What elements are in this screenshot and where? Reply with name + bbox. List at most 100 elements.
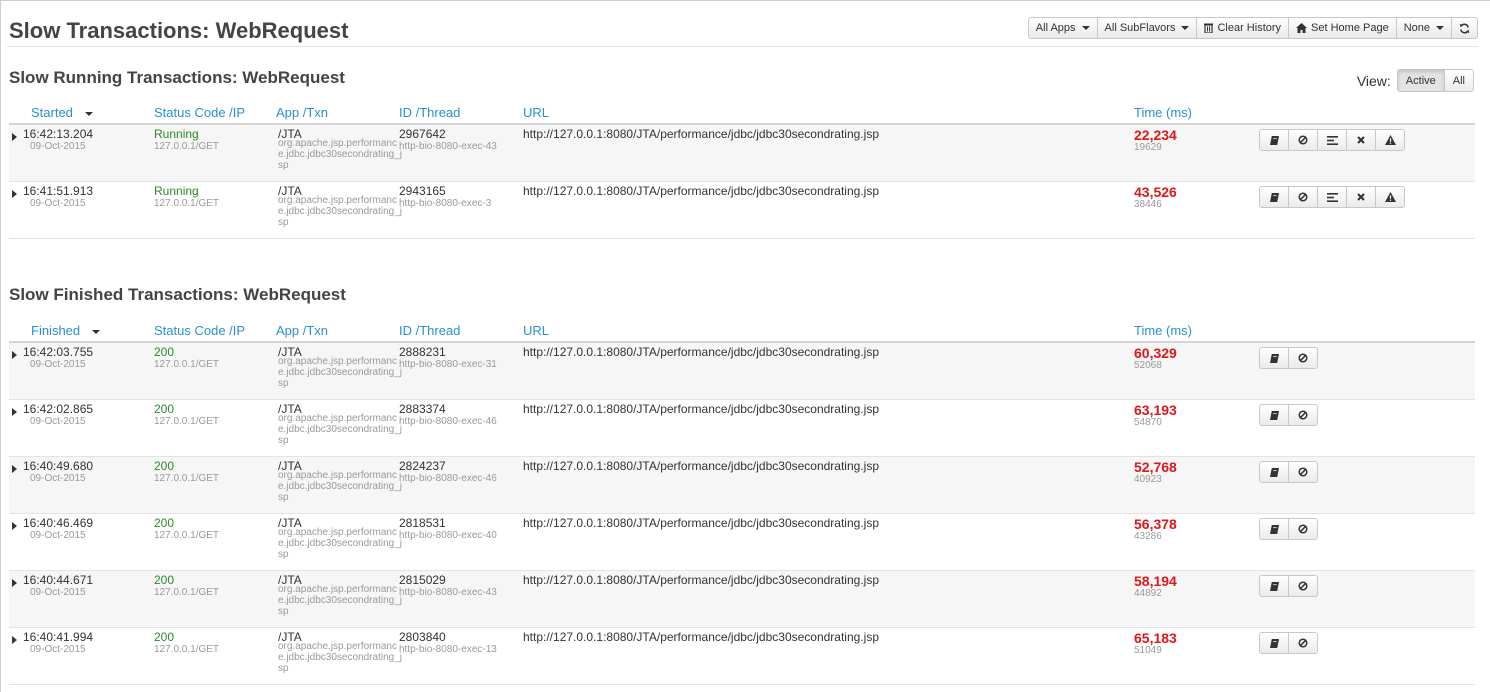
- book-button[interactable]: [1259, 347, 1289, 369]
- col-id[interactable]: ID /Thread: [399, 105, 460, 120]
- ban-button[interactable]: [1288, 129, 1318, 151]
- warning-button[interactable]: [1375, 186, 1405, 208]
- all-subflavors-label: All SubFlavors: [1104, 22, 1176, 34]
- table-row[interactable]: 16:40:44.671 09-Oct-2015 200 127.0.0.1/GET /…: [9, 571, 1475, 628]
- ban-button[interactable]: [1288, 575, 1318, 597]
- row-status: 200: [154, 459, 175, 473]
- row-time-ms: 60,329: [1134, 345, 1177, 361]
- ban-button[interactable]: [1288, 461, 1318, 483]
- row-time: 16:42:13.204: [23, 127, 94, 141]
- expand-row-icon[interactable]: [12, 579, 17, 587]
- row-id: 2815029: [399, 573, 446, 587]
- ban-icon: [1298, 638, 1308, 648]
- ban-button[interactable]: [1288, 347, 1318, 369]
- book-icon: [1269, 192, 1279, 202]
- ban-button[interactable]: [1288, 404, 1318, 426]
- row-actions: [1259, 518, 1318, 540]
- row-actions: [1259, 129, 1405, 151]
- row-time: 16:40:44.671: [23, 573, 94, 587]
- refresh-button[interactable]: [1451, 17, 1478, 39]
- none-dropdown[interactable]: None: [1395, 17, 1452, 39]
- close-button[interactable]: [1346, 186, 1376, 208]
- table-row[interactable]: 16:42:13.204 09-Oct-2015 Running 127.0.0.1/…: [9, 125, 1475, 182]
- row-ip: 127.0.0.1/GET: [154, 416, 220, 427]
- book-button[interactable]: [1259, 518, 1289, 540]
- row-url: http://127.0.0.1:8080/JTA/performance/jd…: [523, 459, 879, 473]
- col-id[interactable]: ID /Thread: [399, 323, 460, 338]
- table-row[interactable]: 16:40:49.680 09-Oct-2015 200 127.0.0.1/GET /…: [9, 457, 1475, 514]
- view-active-button[interactable]: Active: [1396, 69, 1445, 92]
- row-id: 2803840: [399, 630, 446, 644]
- row-txn: org.apache.jsp.performance.jdbc.jdbc30se…: [278, 195, 402, 228]
- book-button[interactable]: [1259, 186, 1289, 208]
- table-row[interactable]: 16:41:51.913 09-Oct-2015 Running 127.0.0.1/…: [9, 182, 1475, 239]
- row-txn: org.apache.jsp.performance.jdbc.jdbc30se…: [278, 356, 402, 389]
- row-time-ms: 52,768: [1134, 459, 1177, 475]
- expand-row-icon[interactable]: [12, 190, 17, 198]
- row-status: 200: [154, 573, 175, 587]
- ban-button[interactable]: [1288, 518, 1318, 540]
- row-ip: 127.0.0.1/GET: [154, 587, 220, 598]
- expand-row-icon[interactable]: [12, 351, 17, 359]
- table-row[interactable]: 16:42:03.755 09-Oct-2015 200 127.0.0.1/GET /…: [9, 343, 1475, 400]
- ban-button[interactable]: [1288, 186, 1318, 208]
- all-subflavors-dropdown[interactable]: All SubFlavors: [1096, 17, 1198, 39]
- col-url[interactable]: URL: [523, 105, 549, 120]
- close-icon: [1357, 193, 1365, 201]
- expand-row-icon[interactable]: [12, 522, 17, 530]
- col-time[interactable]: Time (ms): [1134, 105, 1192, 120]
- col-status[interactable]: Status Code /IP: [154, 105, 245, 120]
- row-thread: http-bio-8080-exec-13: [399, 644, 497, 655]
- ban-icon: [1298, 410, 1308, 420]
- row-time-ms: 65,183: [1134, 630, 1177, 646]
- book-button[interactable]: [1259, 632, 1289, 654]
- row-ip: 127.0.0.1/GET: [154, 359, 220, 370]
- row-status: 200: [154, 345, 175, 359]
- row-thread: http-bio-8080-exec-43: [399, 141, 497, 152]
- col-started[interactable]: Started: [31, 105, 93, 120]
- warning-icon: [1384, 135, 1396, 145]
- clear-history-button[interactable]: Clear History: [1196, 17, 1290, 39]
- row-cpu-ms: 44892: [1134, 588, 1162, 599]
- table-row[interactable]: 16:40:41.994 09-Oct-2015 200 127.0.0.1/GET /…: [9, 628, 1475, 685]
- book-button[interactable]: [1259, 461, 1289, 483]
- ban-icon: [1298, 467, 1308, 477]
- expand-row-icon[interactable]: [12, 465, 17, 473]
- row-time: 16:40:41.994: [23, 630, 94, 644]
- row-time-ms: 56,378: [1134, 516, 1177, 532]
- col-url[interactable]: URL: [523, 323, 549, 338]
- top-bar: Slow Transactions: WebRequest All Apps A…: [7, 7, 1478, 47]
- table-row[interactable]: 16:42:02.865 09-Oct-2015 200 127.0.0.1/GET /…: [9, 400, 1475, 457]
- row-id: 2888231: [399, 345, 446, 359]
- row-status: Running: [154, 127, 199, 141]
- close-button[interactable]: [1346, 129, 1376, 151]
- col-status[interactable]: Status Code /IP: [154, 323, 245, 338]
- warning-button[interactable]: [1375, 129, 1405, 151]
- expand-row-icon[interactable]: [12, 408, 17, 416]
- ban-button[interactable]: [1288, 632, 1318, 654]
- col-finished[interactable]: Finished: [31, 323, 101, 338]
- col-app[interactable]: App /Txn: [276, 323, 328, 338]
- view-all-button[interactable]: All: [1443, 69, 1474, 92]
- ban-icon: [1298, 135, 1308, 145]
- row-url: http://127.0.0.1:8080/JTA/performance/jd…: [523, 573, 879, 587]
- align-left-button[interactable]: [1317, 129, 1347, 151]
- finished-table-header: Finished Status Code /IP App /Txn ID /Th…: [9, 319, 1475, 343]
- align-left-button[interactable]: [1317, 186, 1347, 208]
- col-app[interactable]: App /Txn: [276, 105, 328, 120]
- row-status: 200: [154, 402, 175, 416]
- table-row[interactable]: 16:40:46.469 09-Oct-2015 200 127.0.0.1/GET /…: [9, 514, 1475, 571]
- all-apps-dropdown[interactable]: All Apps: [1027, 17, 1098, 39]
- running-section-title: Slow Running Transactions: WebRequest: [9, 68, 345, 87]
- expand-row-icon[interactable]: [12, 133, 17, 141]
- none-label: None: [1403, 22, 1430, 34]
- set-home-page-button[interactable]: Set Home Page: [1288, 17, 1397, 39]
- row-actions: [1259, 575, 1318, 597]
- trash-icon: [1204, 23, 1214, 33]
- book-button[interactable]: [1259, 404, 1289, 426]
- book-button[interactable]: [1259, 129, 1289, 151]
- book-button[interactable]: [1259, 575, 1289, 597]
- expand-row-icon[interactable]: [12, 636, 17, 644]
- row-ip: 127.0.0.1/GET: [154, 473, 220, 484]
- col-time[interactable]: Time (ms): [1134, 323, 1192, 338]
